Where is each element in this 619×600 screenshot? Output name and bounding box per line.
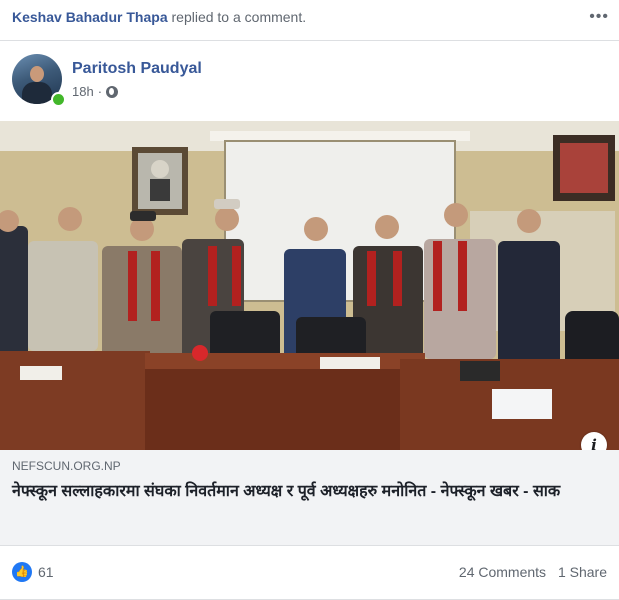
shares-count-link[interactable]: 1 Share [558, 564, 607, 580]
link-preview-box[interactable]: NEFSCUN.ORG.NP नेफ्स्कून सल्लाहकारमा संघ… [0, 450, 619, 546]
globe-icon [106, 85, 119, 98]
more-options-icon[interactable]: ••• [589, 8, 609, 26]
online-status-icon [51, 92, 66, 107]
author-name-link[interactable]: Paritosh Paudyal [72, 60, 202, 78]
post-meta: 18h · [72, 84, 119, 99]
like-reaction-icon[interactable]: 👍 [12, 562, 32, 582]
activity-header: Keshav Bahadur Thapa replied to a commen… [0, 0, 619, 41]
link-preview-image[interactable]: i [0, 121, 619, 450]
like-count[interactable]: 61 [38, 564, 54, 580]
post-timestamp[interactable]: 18h [72, 84, 94, 99]
engagement-stats: 24 Comments 1 Share [451, 564, 607, 580]
reaction-bar: 👍 61 24 Comments 1 Share [0, 545, 619, 600]
activity-text: Keshav Bahadur Thapa replied to a commen… [12, 9, 306, 25]
link-domain: NEFSCUN.ORG.NP [12, 459, 121, 473]
comments-count-link[interactable]: 24 Comments [459, 564, 546, 580]
post-author-row: Paritosh Paudyal 18h · [12, 54, 572, 110]
activity-action: replied to a comment. [171, 9, 307, 25]
link-headline[interactable]: नेफ्स्कून सल्लाहकारमा संघका निवर्तमान अध… [12, 480, 607, 504]
activity-actor-link[interactable]: Keshav Bahadur Thapa [12, 9, 168, 25]
meeting-room-photo [0, 121, 619, 450]
